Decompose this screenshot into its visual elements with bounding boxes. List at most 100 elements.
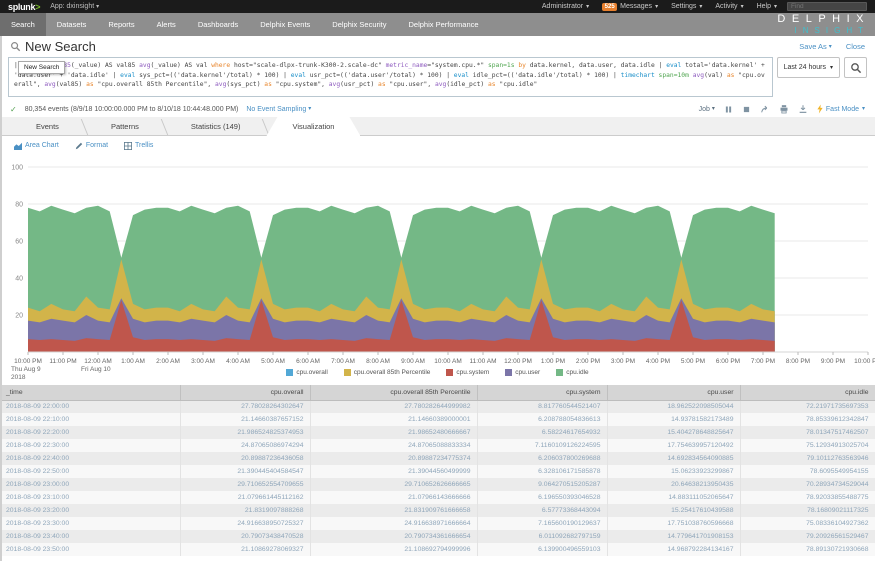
time-cell[interactable]: 2018-08-09 23:30:00 bbox=[0, 517, 180, 530]
value-cell[interactable]: 15.25417610439588 bbox=[607, 504, 740, 517]
value-cell[interactable]: 14.93781582173489 bbox=[607, 413, 740, 426]
value-cell[interactable]: 21.108692794999996 bbox=[310, 543, 477, 556]
topbar-menu-messages[interactable]: 525Messages▾ bbox=[602, 3, 658, 11]
tab-visualization[interactable]: Visualization bbox=[266, 117, 360, 136]
nav-item-datasets[interactable]: Datasets bbox=[46, 13, 98, 36]
value-cell[interactable]: 20.89887236436058 bbox=[180, 452, 310, 465]
topbar-menu-settings[interactable]: Settings▾ bbox=[671, 3, 702, 10]
save-as-button[interactable]: Save As▾ bbox=[799, 42, 832, 51]
column-header-cpu-idle[interactable]: cpu.idle bbox=[740, 385, 875, 400]
time-cell[interactable]: 2018-08-09 22:00:00 bbox=[0, 400, 180, 413]
splunk-logo[interactable]: splunk> bbox=[8, 2, 40, 12]
column-header-time[interactable]: _time bbox=[0, 385, 180, 400]
tab-statistics-149[interactable]: Statistics (149) bbox=[165, 117, 267, 135]
legend-item-cpu-overall-85th-percentile[interactable]: cpu.overall 85th Percentile bbox=[344, 369, 431, 376]
value-cell[interactable]: 17.751038760596668 bbox=[607, 517, 740, 530]
value-cell[interactable]: 9.064270515205287 bbox=[477, 478, 607, 491]
area-chart[interactable]: 2040608010010:00 PM11:00 PM12:00 AM1:00 … bbox=[0, 155, 875, 385]
topbar-menu-administrator[interactable]: Administrator▾ bbox=[542, 3, 589, 10]
value-cell[interactable]: 27.780282644999982 bbox=[310, 400, 477, 413]
search-mode-selector[interactable]: Fast Mode▾ bbox=[817, 104, 865, 114]
topbar-menu-help[interactable]: Help▾ bbox=[757, 3, 777, 10]
stop-button[interactable] bbox=[742, 105, 751, 114]
time-cell[interactable]: 2018-08-09 23:00:00 bbox=[0, 478, 180, 491]
legend-item-cpu-idle[interactable]: cpu.idle bbox=[556, 369, 588, 376]
value-cell[interactable]: 21.8319097888268 bbox=[180, 504, 310, 517]
nav-item-delphix-events[interactable]: Delphix Events bbox=[249, 13, 321, 36]
value-cell[interactable]: 6.58224617654932 bbox=[477, 426, 607, 439]
value-cell[interactable]: 75.08336104927362 bbox=[740, 517, 875, 530]
value-cell[interactable]: 6.328106171585878 bbox=[477, 465, 607, 478]
column-header-cpu-system[interactable]: cpu.system bbox=[477, 385, 607, 400]
value-cell[interactable]: 78.89130721930668 bbox=[740, 543, 875, 556]
time-cell[interactable]: 2018-08-09 23:40:00 bbox=[0, 530, 180, 543]
search-query-input[interactable]: | mstats perc85(_value) AS val85 avg(_va… bbox=[8, 57, 773, 97]
legend-item-cpu-system[interactable]: cpu.system bbox=[446, 369, 489, 376]
chart-type-button[interactable]: Area Chart bbox=[14, 142, 59, 150]
nav-item-delphix-security[interactable]: Delphix Security bbox=[321, 13, 397, 36]
value-cell[interactable]: 78.92033855488775 bbox=[740, 491, 875, 504]
value-cell[interactable]: 6.208788054836613 bbox=[477, 413, 607, 426]
job-menu[interactable]: Job▾ bbox=[699, 106, 715, 113]
time-cell[interactable]: 2018-08-09 22:20:00 bbox=[0, 426, 180, 439]
nav-item-delphix-performance[interactable]: Delphix Performance bbox=[398, 13, 490, 36]
value-cell[interactable]: 21.39044560499999 bbox=[310, 465, 477, 478]
value-cell[interactable]: 14.779641701908153 bbox=[607, 530, 740, 543]
value-cell[interactable]: 7.1160109126224595 bbox=[477, 439, 607, 452]
value-cell[interactable]: 20.79073438470528 bbox=[180, 530, 310, 543]
value-cell[interactable]: 20.89887234775374 bbox=[310, 452, 477, 465]
value-cell[interactable]: 78.01347517462507 bbox=[740, 426, 875, 439]
value-cell[interactable]: 70.28934734529044 bbox=[740, 478, 875, 491]
find-input[interactable] bbox=[787, 2, 867, 11]
value-cell[interactable]: 21.390445404584547 bbox=[180, 465, 310, 478]
format-button[interactable]: Format bbox=[75, 142, 108, 150]
value-cell[interactable]: 78.6095549954155 bbox=[740, 465, 875, 478]
value-cell[interactable]: 24.87065088833334 bbox=[310, 439, 477, 452]
tab-patterns[interactable]: Patterns bbox=[85, 117, 165, 135]
value-cell[interactable]: 75.12934913025704 bbox=[740, 439, 875, 452]
value-cell[interactable]: 6.57773368443094 bbox=[477, 504, 607, 517]
value-cell[interactable]: 24.916638950725327 bbox=[180, 517, 310, 530]
value-cell[interactable]: 6.011092682797159 bbox=[477, 530, 607, 543]
close-button[interactable]: Close bbox=[846, 42, 865, 51]
share-button[interactable] bbox=[760, 104, 770, 114]
nav-item-dashboards[interactable]: Dashboards bbox=[187, 13, 249, 36]
nav-item-reports[interactable]: Reports bbox=[97, 13, 145, 36]
time-cell[interactable]: 2018-08-09 22:40:00 bbox=[0, 452, 180, 465]
pause-button[interactable] bbox=[724, 105, 733, 114]
value-cell[interactable]: 6.139900496559103 bbox=[477, 543, 607, 556]
time-cell[interactable]: 2018-08-09 22:10:00 bbox=[0, 413, 180, 426]
value-cell[interactable]: 79.20926561529467 bbox=[740, 530, 875, 543]
value-cell[interactable]: 21.98652480666667 bbox=[310, 426, 477, 439]
value-cell[interactable]: 24.87065086974294 bbox=[180, 439, 310, 452]
time-cell[interactable]: 2018-08-09 22:30:00 bbox=[0, 439, 180, 452]
value-cell[interactable]: 72.21971735697353 bbox=[740, 400, 875, 413]
value-cell[interactable]: 78.85339612342847 bbox=[740, 413, 875, 426]
value-cell[interactable]: 21.10869278069327 bbox=[180, 543, 310, 556]
value-cell[interactable]: 21.14660387657152 bbox=[180, 413, 310, 426]
legend-item-cpu-user[interactable]: cpu.user bbox=[505, 369, 540, 376]
time-cell[interactable]: 2018-08-09 23:50:00 bbox=[0, 543, 180, 556]
value-cell[interactable]: 17.754639957120492 bbox=[607, 439, 740, 452]
value-cell[interactable]: 18.962522098505044 bbox=[607, 400, 740, 413]
value-cell[interactable]: 27.78028264302647 bbox=[180, 400, 310, 413]
column-header-cpu-overall-85th-percentile[interactable]: cpu.overall 85th Percentile bbox=[310, 385, 477, 400]
time-cell[interactable]: 2018-08-09 22:50:00 bbox=[0, 465, 180, 478]
value-cell[interactable]: 24.916638971666664 bbox=[310, 517, 477, 530]
print-button[interactable] bbox=[779, 104, 789, 114]
value-cell[interactable]: 78.16809021117325 bbox=[740, 504, 875, 517]
column-header-cpu-user[interactable]: cpu.user bbox=[607, 385, 740, 400]
value-cell[interactable]: 14.883111052065647 bbox=[607, 491, 740, 504]
value-cell[interactable]: 79.10112763563946 bbox=[740, 452, 875, 465]
time-range-picker[interactable]: Last 24 hours▾ bbox=[777, 57, 840, 78]
nav-item-search[interactable]: Search bbox=[0, 13, 46, 36]
value-cell[interactable]: 29.710652626666665 bbox=[310, 478, 477, 491]
value-cell[interactable]: 6.206037800269688 bbox=[477, 452, 607, 465]
tab-events[interactable]: Events bbox=[10, 117, 85, 135]
value-cell[interactable]: 21.07966143666666 bbox=[310, 491, 477, 504]
value-cell[interactable]: 15.06233923299867 bbox=[607, 465, 740, 478]
value-cell[interactable]: 21.831909761666658 bbox=[310, 504, 477, 517]
value-cell[interactable]: 21.986524825374953 bbox=[180, 426, 310, 439]
topbar-menu-activity[interactable]: Activity▾ bbox=[715, 3, 743, 10]
value-cell[interactable]: 29.710652554709655 bbox=[180, 478, 310, 491]
